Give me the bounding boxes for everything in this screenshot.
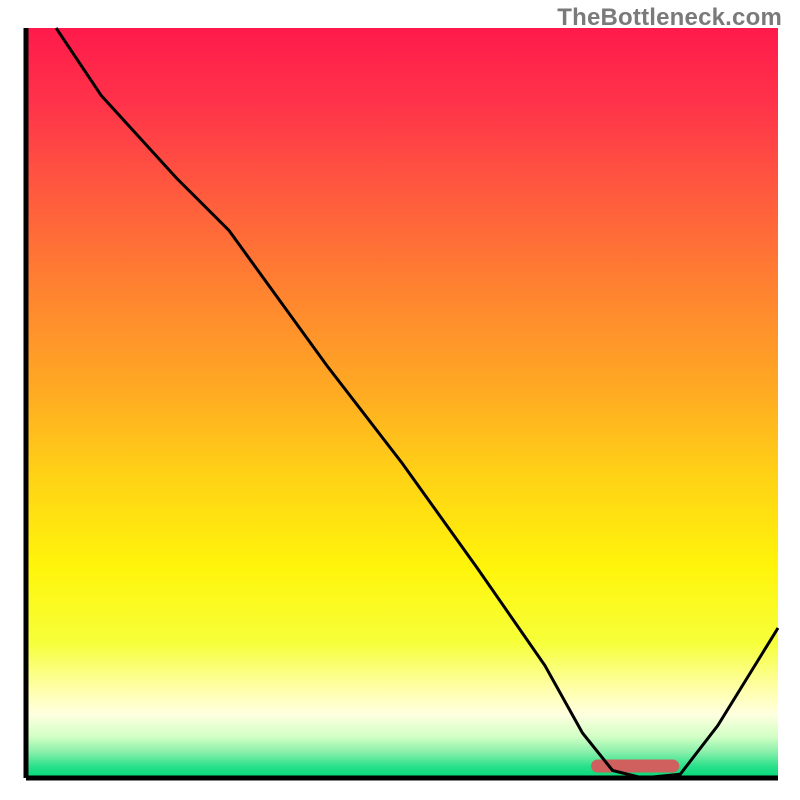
chart-svg bbox=[0, 0, 800, 800]
bottleneck-chart: TheBottleneck.com bbox=[0, 0, 800, 800]
watermark-text: TheBottleneck.com bbox=[557, 4, 782, 32]
plot-background bbox=[26, 28, 778, 778]
